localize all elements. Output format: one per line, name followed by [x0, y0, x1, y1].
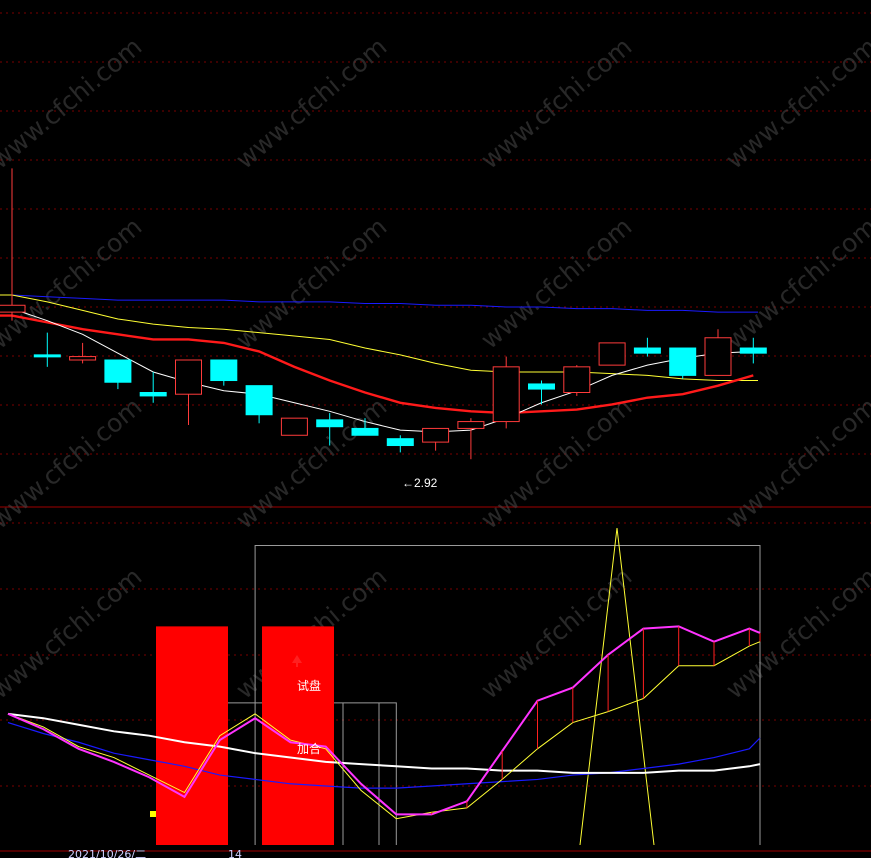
candle-down: [351, 427, 379, 436]
candle-down: [33, 354, 61, 358]
candle-down: [739, 347, 767, 354]
candle-down: [633, 347, 661, 354]
candle-up: [422, 427, 450, 443]
candle-up: [280, 417, 308, 436]
candle-up: [563, 366, 591, 393]
candle-down: [669, 347, 697, 376]
label-jiahe: 加合: [297, 741, 321, 756]
date-marker: 14: [228, 848, 242, 858]
candle-up: [0, 304, 26, 313]
low-price-annotation: ←2.92: [402, 476, 438, 490]
date-label: 2021/10/26/二: [68, 848, 146, 858]
candle-down: [210, 359, 238, 382]
candle-down: [386, 438, 414, 447]
candle-up: [598, 342, 626, 366]
candle-up: [704, 337, 732, 376]
candle-down: [316, 419, 344, 428]
yellow-marker: [150, 811, 156, 817]
candle-up: [457, 421, 485, 429]
candle-up: [175, 359, 202, 395]
candle-down: [139, 392, 167, 397]
candle-down: [104, 359, 132, 383]
candle-down: [528, 383, 555, 390]
stock-chart: www.cfchi.com www.cfchi.com www.cfchi.com w…: [0, 0, 871, 858]
label-shipan: 试盘: [297, 678, 321, 693]
up-arrow-stem: [296, 662, 298, 667]
candle-down: [245, 385, 273, 416]
candle-up: [69, 356, 97, 361]
red-bar: [156, 626, 228, 845]
candle-up: [492, 366, 520, 423]
